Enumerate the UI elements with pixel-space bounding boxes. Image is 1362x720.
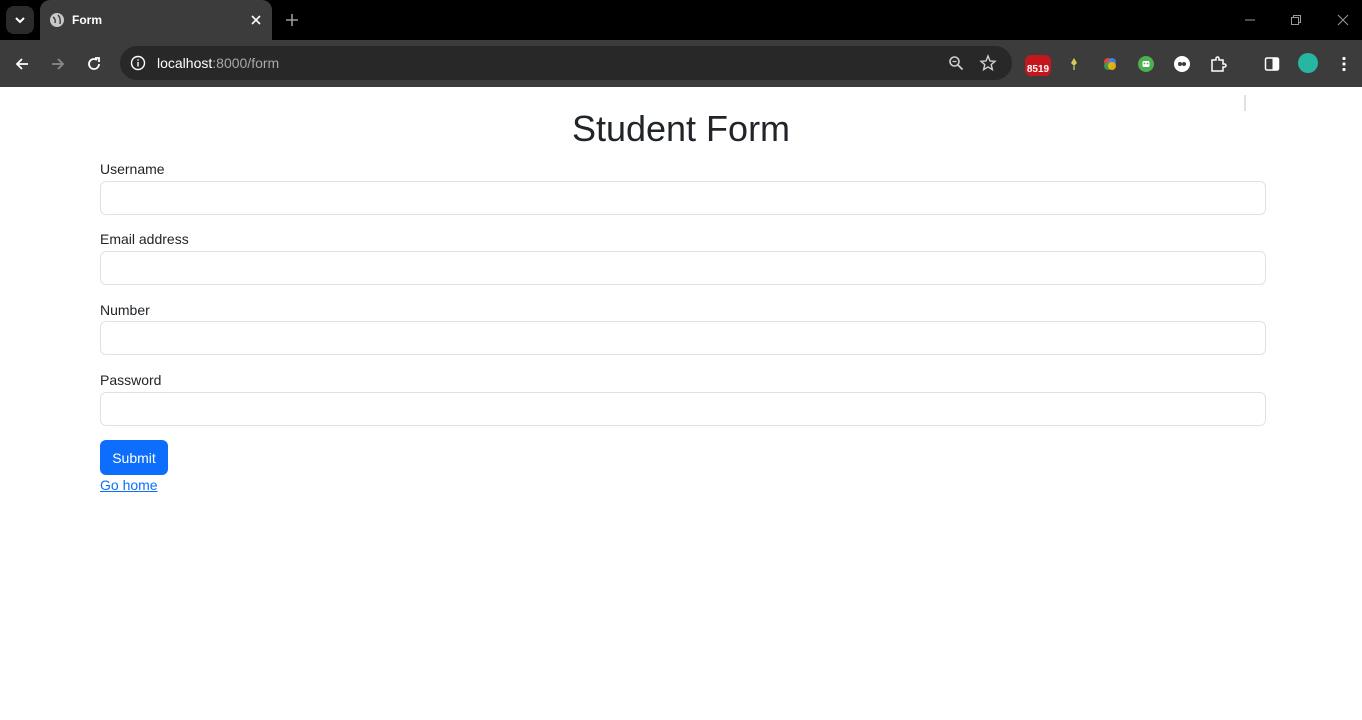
number-input[interactable] — [100, 321, 1266, 355]
submit-button[interactable]: Submit — [100, 440, 168, 475]
window-close-button[interactable] — [1333, 10, 1353, 30]
avatar[interactable] — [1298, 53, 1318, 73]
forward-button[interactable] — [46, 52, 70, 76]
number-label: Number — [100, 302, 150, 318]
tab-title: Form — [72, 13, 102, 27]
close-icon — [1337, 14, 1349, 26]
android-extension-icon[interactable] — [1134, 52, 1158, 76]
go-home-link[interactable]: Go home — [100, 477, 158, 493]
username-label: Username — [100, 161, 165, 177]
puzzle-icon[interactable] — [1206, 52, 1230, 76]
tab-form[interactable]: Form — [40, 0, 272, 40]
zoom-icon[interactable] — [946, 53, 966, 73]
url-text[interactable]: localhost:8000/form — [157, 55, 279, 71]
chevron-down-icon — [15, 17, 25, 24]
address-bar[interactable]: localhost:8000/form — [120, 46, 1012, 80]
new-tab-button[interactable] — [282, 10, 302, 30]
minimize-icon — [1245, 19, 1255, 21]
arrow-right-icon — [52, 58, 65, 70]
browser-toolbar: localhost:8000/form — [0, 40, 1362, 111]
extension-icon-pin[interactable] — [1062, 52, 1086, 76]
site-info-icon[interactable] — [128, 53, 148, 73]
url-host: localhost — [157, 55, 213, 71]
menu-kebab-icon[interactable] — [1332, 52, 1356, 76]
password-input[interactable] — [100, 392, 1266, 426]
close-icon[interactable] — [248, 12, 264, 28]
reload-button[interactable] — [82, 52, 106, 76]
bookmark-star-icon[interactable] — [978, 53, 998, 73]
url-path: :8000/form — [212, 55, 280, 71]
arrow-left-icon — [15, 58, 28, 70]
email-input[interactable] — [100, 251, 1266, 285]
plus-icon — [286, 14, 298, 26]
tab-search-button[interactable] — [6, 6, 34, 34]
globe-icon — [50, 13, 64, 27]
restore-icon — [1291, 15, 1301, 25]
tab-strip: Form — [0, 0, 1362, 40]
side-panel-icon[interactable] — [1260, 52, 1284, 76]
extension-icon-white[interactable] — [1170, 52, 1194, 76]
extension-badge: 8519 — [1025, 55, 1051, 76]
username-input[interactable] — [100, 181, 1266, 215]
page-title: Student Form — [571, 108, 791, 149]
color-picker-extension-icon[interactable] — [1098, 52, 1122, 76]
password-label: Password — [100, 372, 162, 388]
email-label: Email address — [100, 231, 189, 247]
back-button[interactable] — [10, 52, 34, 76]
minimize-button[interactable] — [1240, 10, 1260, 30]
restore-button[interactable] — [1286, 10, 1306, 30]
reload-icon — [88, 57, 100, 70]
